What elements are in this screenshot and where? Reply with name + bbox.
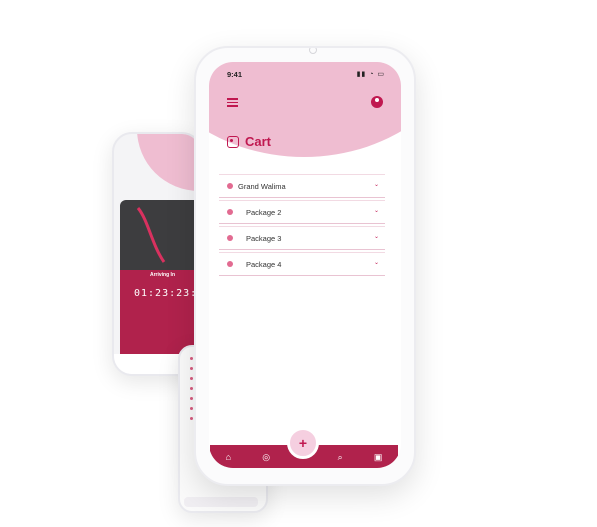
package-row-grand-walima[interactable]: Grand Walima ⌄ — [219, 174, 385, 198]
pink-header-shape — [114, 134, 200, 204]
chevron-down-icon[interactable]: ⌄ — [374, 259, 379, 266]
camera-dot — [309, 48, 317, 54]
countdown-timer: 01:23:23:0 — [134, 288, 202, 299]
map-view — [120, 200, 200, 272]
cart-icon — [227, 135, 239, 148]
status-icons: ▮▮ ◔ ▭ — [356, 71, 385, 78]
main-phone: 9:41 ▮▮ ◔ ▭ Cart Grand Walima ⌄ Package … — [194, 46, 416, 486]
bottom-nav — [184, 497, 258, 507]
cart-screen: 9:41 ▮▮ ◔ ▭ Cart Grand Walima ⌄ Package … — [209, 62, 401, 468]
background-phone-tracking: Arriving In 01:23:23:0 — [112, 132, 202, 376]
bullet-icon — [227, 235, 233, 241]
gift-icon[interactable]: ▣ — [374, 452, 383, 463]
package-row-3[interactable]: Package 3 ⌄ — [219, 226, 385, 250]
cart-nav-icon[interactable]: ◎ — [262, 452, 270, 463]
home-icon[interactable]: ⌂ — [226, 452, 231, 462]
bullet-icon — [227, 209, 233, 215]
package-row-2[interactable]: Package 2 ⌄ — [219, 200, 385, 224]
menu-icon[interactable] — [227, 98, 238, 109]
arriving-label: Arriving In — [150, 272, 176, 278]
package-row-4[interactable]: Package 4 ⌄ — [219, 252, 385, 276]
search-icon[interactable]: ⌕ — [338, 452, 343, 463]
user-icon[interactable] — [371, 96, 383, 108]
chevron-down-icon[interactable]: ⌄ — [374, 233, 379, 240]
add-button[interactable]: + — [287, 427, 319, 459]
page-title: Cart — [227, 134, 271, 149]
package-list: Grand Walima ⌄ Package 2 ⌄ Package 3 ⌄ P… — [219, 174, 385, 278]
bullet-icon — [227, 261, 233, 267]
page-title-text: Cart — [245, 134, 272, 149]
chevron-down-icon[interactable]: ⌄ — [374, 207, 379, 214]
status-time: 9:41 — [227, 70, 243, 79]
chevron-down-icon[interactable]: ⌄ — [374, 181, 379, 188]
bullet-icon — [227, 183, 233, 189]
